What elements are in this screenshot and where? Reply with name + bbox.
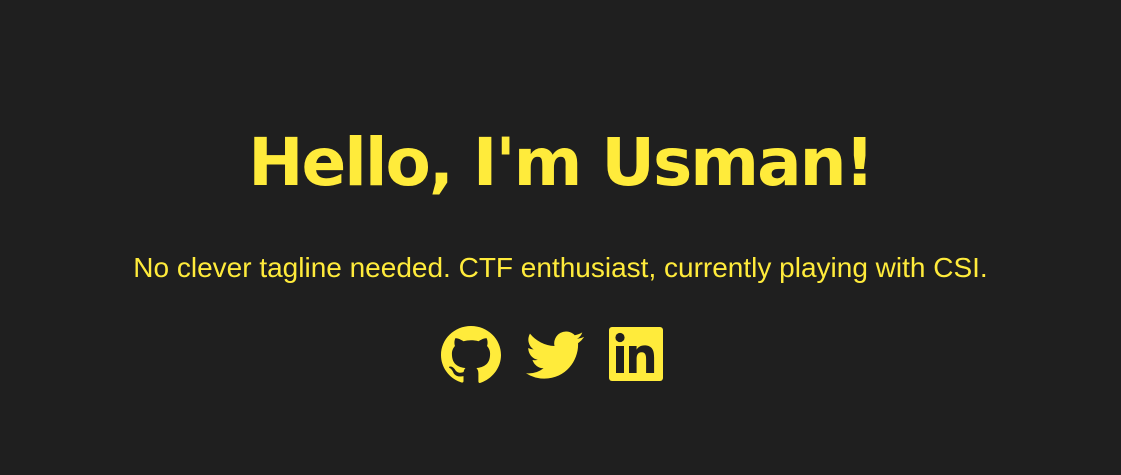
hero-section: Hello, I'm Usman! No clever tagline need… xyxy=(0,0,1121,475)
twitter-icon xyxy=(526,331,584,379)
twitter-link[interactable] xyxy=(525,326,585,384)
social-links xyxy=(0,326,1121,384)
linkedin-icon xyxy=(609,327,663,381)
github-link[interactable] xyxy=(441,326,501,384)
linkedin-link[interactable] xyxy=(609,326,663,384)
github-icon xyxy=(441,326,501,383)
tagline: No clever tagline needed. CTF enthusiast… xyxy=(133,252,988,283)
page-title: Hello, I'm Usman! xyxy=(248,124,874,201)
